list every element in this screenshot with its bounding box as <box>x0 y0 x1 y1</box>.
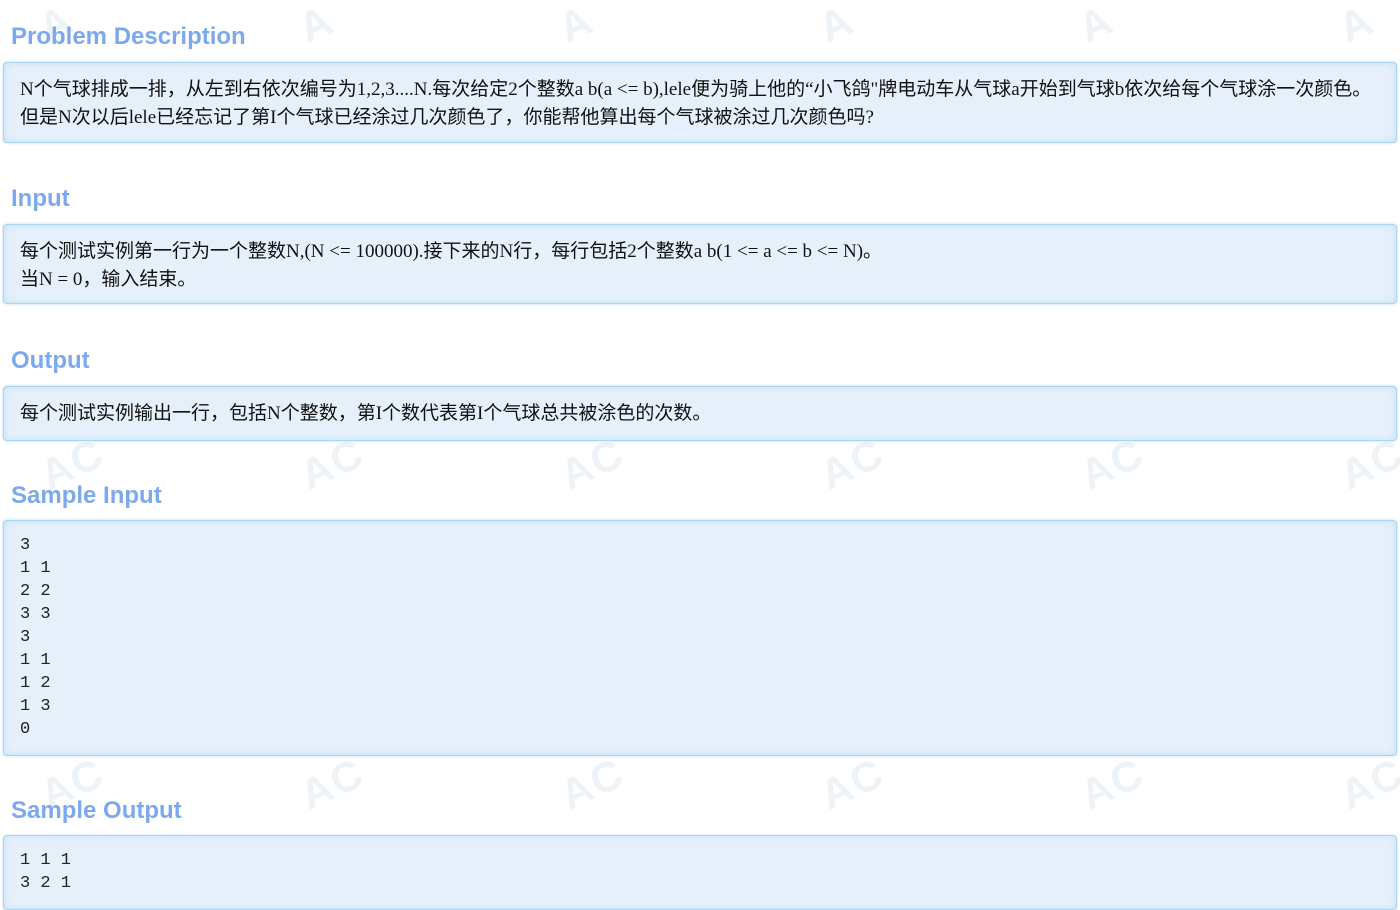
problem-description-text: N个气球排成一排，从左到右依次编号为1,2,3....N.每次给定2个整数a b… <box>20 79 1372 128</box>
output-panel: 每个测试实例输出一行，包括N个整数，第I个数代表第I个气球总共被涂色的次数。 <box>3 386 1397 441</box>
sample-output-code: 1 1 1 3 2 1 <box>20 851 72 893</box>
problem-description-heading: Problem Description <box>11 23 246 50</box>
output-text: 每个测试实例输出一行，包括N个整数，第I个数代表第I个气球总共被涂色的次数。 <box>20 403 712 424</box>
input-panel: 每个测试实例第一行为一个整数N,(N <= 100000).接下来的N行，每行包… <box>3 224 1397 304</box>
input-heading: Input <box>11 185 70 212</box>
input-text: 每个测试实例第一行为一个整数N,(N <= 100000).接下来的N行，每行包… <box>20 241 883 290</box>
sample-output-heading: Sample Output <box>11 797 182 824</box>
output-heading: Output <box>11 347 90 374</box>
sample-input-heading: Sample Input <box>11 482 162 509</box>
sample-input-panel: 3 1 1 2 2 3 3 3 1 1 1 2 1 3 0 <box>3 520 1397 756</box>
sample-output-panel: 1 1 1 3 2 1 <box>3 835 1397 910</box>
sample-input-code: 3 1 1 2 2 3 3 3 1 1 1 2 1 3 0 <box>20 536 51 739</box>
problem-description-panel: N个气球排成一排，从左到右依次编号为1,2,3....N.每次给定2个整数a b… <box>3 62 1397 143</box>
